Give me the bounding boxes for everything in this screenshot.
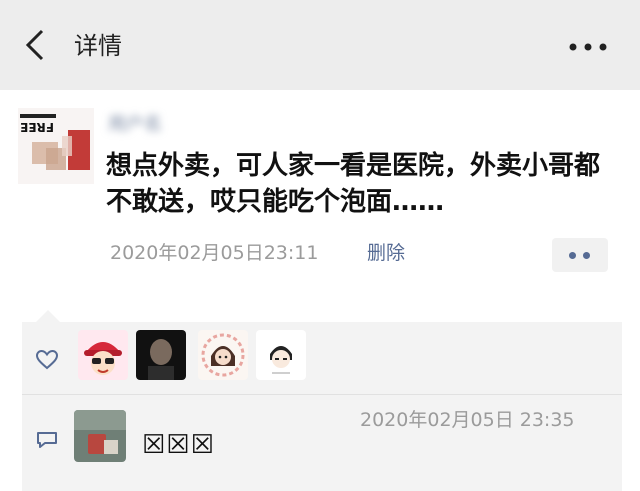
post-timestamp: 2020年02月05日23:11 (110, 242, 319, 264)
avatar-image: FREE (18, 108, 94, 184)
poster-name[interactable]: 用户名 (108, 110, 192, 135)
comment-bubble-icon (37, 432, 57, 448)
feedback-divider (22, 394, 622, 395)
liker-avatar[interactable] (78, 330, 128, 380)
photo-avatar (136, 330, 186, 380)
two-dots-icon (569, 252, 576, 259)
avatar-text: FREE (20, 120, 54, 134)
top-bar: 详情 (0, 0, 640, 90)
comment-timestamp: 2020年02月05日 23:35 (360, 409, 575, 431)
two-dots-icon (583, 252, 590, 259)
post-text: 想点外卖，可人家一看是医院，外卖小哥都不敢送，哎只能吃个泡面…… (106, 151, 601, 217)
delete-link[interactable]: 删除 (367, 238, 405, 265)
feedback-arrow (36, 310, 60, 322)
chevron-left-icon[interactable] (22, 28, 48, 62)
cartoon-boy-avatar (78, 330, 128, 380)
commenter-avatar[interactable] (74, 410, 126, 462)
liker-avatar[interactable] (136, 330, 186, 380)
liker-avatar[interactable] (256, 330, 306, 380)
more-dots-icon[interactable] (568, 42, 608, 52)
photo-avatar (74, 410, 126, 462)
comment-like-menu-button[interactable] (552, 238, 608, 272)
cartoon-girl-avatar (198, 330, 248, 380)
page-title: 详情 (74, 32, 122, 60)
heart-outline-icon (36, 350, 58, 370)
poster-avatar[interactable]: FREE (18, 108, 94, 184)
liker-avatar[interactable] (198, 330, 248, 380)
comment-text: ☒☒☒ (142, 430, 215, 460)
cartoon-face-avatar (256, 330, 306, 380)
